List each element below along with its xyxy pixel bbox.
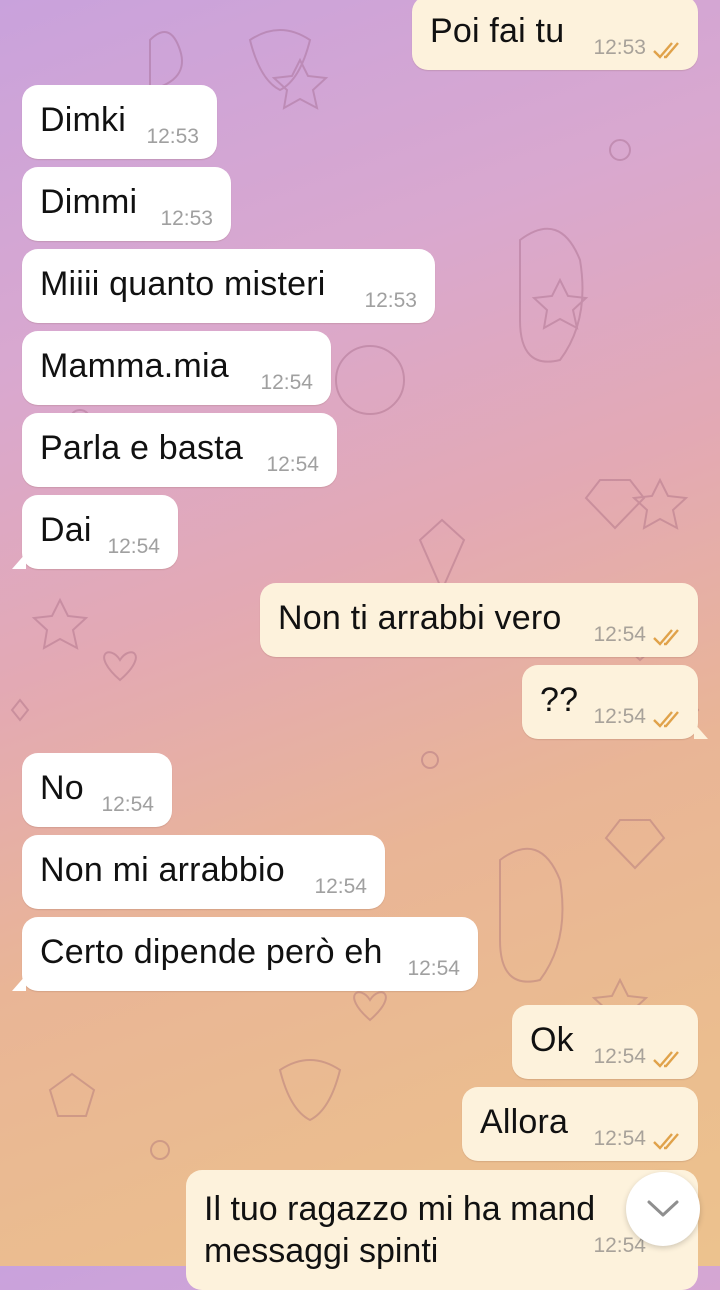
read-receipt-icon <box>653 1051 679 1068</box>
bubble-tail <box>12 553 26 569</box>
chat-area[interactable]: Poi fai tu 12:53 Dimki 12:53 Dimmi 12:53… <box>0 0 720 1290</box>
read-receipt-icon <box>653 711 679 728</box>
bubble-tail <box>694 723 708 739</box>
message-time: 12:53 <box>160 207 213 230</box>
message-time: 12:54 <box>593 705 646 728</box>
message-time: 12:54 <box>314 875 367 898</box>
message-text: No <box>40 769 84 807</box>
message-bubble-outgoing-partial[interactable]: Il tuo ragazzo mi ha mand messaggi spint… <box>186 1170 698 1290</box>
message-bubble-incoming[interactable]: No 12:54 <box>22 753 172 827</box>
message-bubble-incoming[interactable]: Non mi arrabbio 12:54 <box>22 835 385 909</box>
message-bubble-incoming[interactable]: Certo dipende però eh 12:54 <box>12 917 478 991</box>
read-receipt-icon <box>653 629 679 646</box>
read-receipt-icon <box>653 1133 679 1150</box>
message-time: 12:54 <box>407 957 460 980</box>
message-bubble-outgoing[interactable]: Ok 12:54 <box>512 1005 698 1079</box>
message-bubble-outgoing[interactable]: Poi fai tu 12:53 <box>412 0 698 70</box>
message-text: Certo dipende però eh <box>40 933 383 971</box>
message-time: 12:54 <box>593 623 646 646</box>
message-bubble-outgoing[interactable]: ?? 12:54 <box>522 665 708 739</box>
message-text: Parla e basta <box>40 429 243 467</box>
message-text-line2: messaggi spinti <box>204 1232 439 1270</box>
message-time: 12:53 <box>146 125 199 148</box>
message-text: Non mi arrabbio <box>40 851 285 889</box>
message-text: Poi fai tu <box>430 12 565 50</box>
message-text: Dimmi <box>40 183 138 221</box>
message-bubble-incoming[interactable]: Mamma.mia 12:54 <box>22 331 331 405</box>
message-text: ?? <box>540 681 579 719</box>
message-text: Dimki <box>40 101 126 139</box>
message-text: Ok <box>530 1021 574 1059</box>
read-receipt-icon <box>653 42 679 59</box>
message-time: 12:54 <box>593 1234 646 1257</box>
message-time: 12:54 <box>101 793 154 816</box>
message-time: 12:54 <box>593 1127 646 1150</box>
scroll-to-bottom-button[interactable] <box>626 1172 700 1246</box>
message-text-line1: Il tuo ragazzo mi ha mand <box>204 1190 596 1228</box>
message-text: Allora <box>480 1103 569 1141</box>
message-time: 12:53 <box>364 289 417 312</box>
message-text: Non ti arrabbi vero <box>278 599 562 637</box>
message-time: 12:54 <box>593 1045 646 1068</box>
message-time: 12:54 <box>107 535 160 558</box>
chevron-down-icon <box>647 1200 679 1217</box>
message-text: Miiii quanto misteri <box>40 265 326 303</box>
message-time: 12:53 <box>593 36 646 59</box>
message-text: Mamma.mia <box>40 347 229 385</box>
message-bubble-incoming[interactable]: Miiii quanto misteri 12:53 <box>22 249 435 323</box>
message-bubble-outgoing[interactable]: Non ti arrabbi vero 12:54 <box>260 583 698 657</box>
message-bubble-incoming[interactable]: Dimki 12:53 <box>22 85 217 159</box>
message-time: 12:54 <box>266 453 319 476</box>
message-time: 12:54 <box>260 371 313 394</box>
message-text: Dai <box>40 511 92 549</box>
message-bubble-incoming[interactable]: Parla e basta 12:54 <box>22 413 337 487</box>
message-bubble-incoming[interactable]: Dai 12:54 <box>12 495 178 569</box>
message-bubble-incoming[interactable]: Dimmi 12:53 <box>22 167 231 241</box>
bubble-tail <box>12 975 26 991</box>
message-bubble-outgoing[interactable]: Allora 12:54 <box>462 1087 698 1161</box>
